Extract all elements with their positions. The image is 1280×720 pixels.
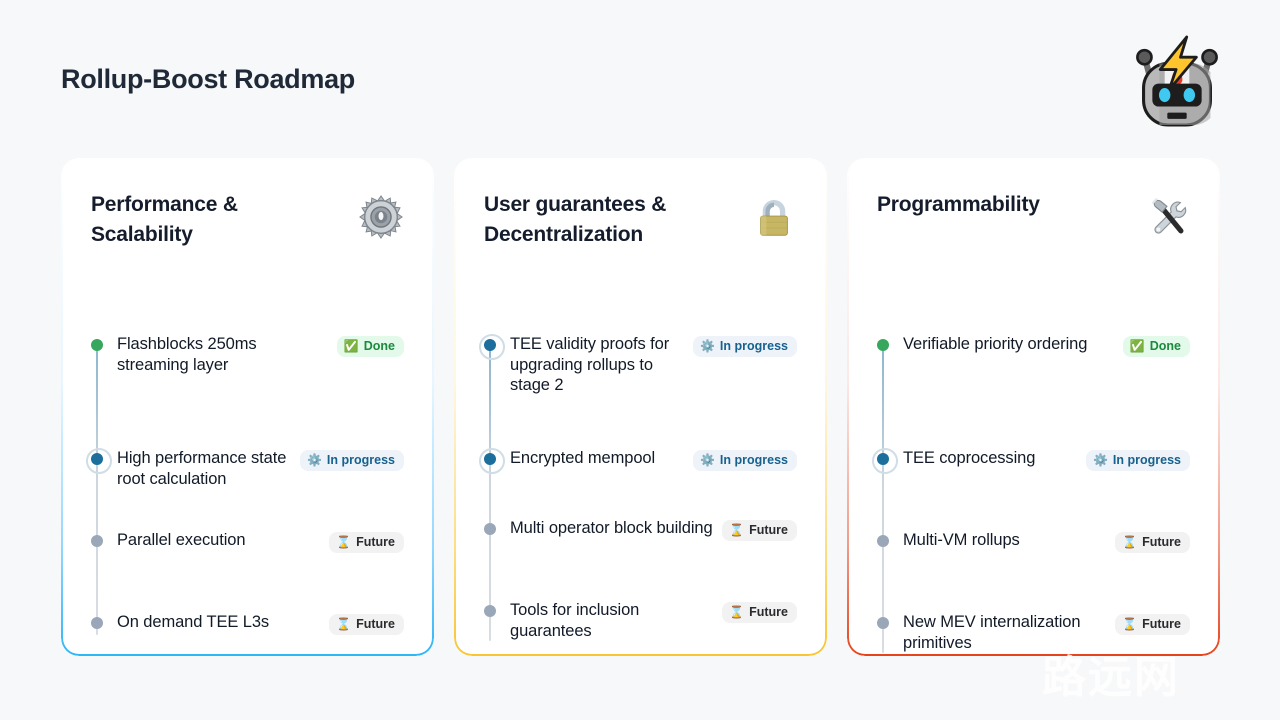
gear-icon: ⚙️ (699, 453, 715, 468)
timeline-item-label: TEE coprocessing (903, 449, 1036, 467)
timeline-item[interactable]: TEE coprocessing ⚙️ In progress (872, 448, 1190, 500)
roadmap-slide: Rollup-Boost Roadmap Performance & Scala… (0, 0, 1280, 720)
timeline-item-label: High performance state root calculation (117, 449, 287, 488)
timeline-item[interactable]: Tools for inclusion guarantees ⌛ Future (484, 600, 797, 641)
timeline-item-label: Parallel execution (117, 531, 246, 549)
card-header: User guarantees & Decentralization (484, 190, 797, 282)
timeline-item[interactable]: Flashblocks 250ms streaming layer ✅ Done (91, 334, 404, 418)
status-dot-in-progress (872, 448, 898, 474)
hammer-and-wrench-icon (1144, 194, 1190, 240)
roadmap-card-programmability[interactable]: Programmability Verifiable priority orde… (847, 158, 1220, 656)
hourglass-icon: ⌛ (1122, 535, 1138, 550)
status-badge-in-progress: ⚙️ In progress (1085, 450, 1190, 471)
status-badge-label: In progress (1112, 453, 1181, 467)
status-dot-in-progress (479, 334, 505, 360)
white-check-mark-icon: ✅ (343, 339, 359, 354)
robot-head-with-lightning-icon (1133, 33, 1221, 136)
status-badge-future: ⌛ Future (1115, 614, 1190, 635)
status-badge-label: Done (1149, 339, 1181, 353)
status-badge-label: Future (1142, 617, 1181, 631)
status-dot-done (91, 339, 103, 351)
status-badge-future: ⌛ Future (1115, 532, 1190, 553)
card-title: Performance & Scalability (91, 193, 238, 246)
timeline-item-label: Tools for inclusion guarantees (510, 601, 640, 640)
hourglass-icon: ⌛ (729, 605, 745, 620)
status-badge-in-progress: ⚙️ In progress (692, 450, 797, 471)
timeline-item-label: TEE validity proofs for upgrading rollup… (510, 335, 670, 395)
timeline: TEE validity proofs for upgrading rollup… (479, 334, 797, 642)
hourglass-icon: ⌛ (336, 617, 352, 632)
roadmap-card-performance-scalability[interactable]: Performance & Scalability Flashblocks 25… (61, 158, 434, 656)
hourglass-icon: ⌛ (1122, 617, 1138, 632)
status-badge-label: In progress (719, 453, 788, 467)
status-dot-future (877, 535, 889, 547)
status-badge-in-progress: ⚙️ In progress (692, 336, 797, 357)
timeline-item[interactable]: High performance state root calculation … (86, 448, 404, 500)
timeline-item-label: New MEV internalization primitives (903, 613, 1081, 652)
status-badge-future: ⌛ Future (329, 532, 404, 553)
status-badge-in-progress: ⚙️ In progress (299, 450, 404, 471)
status-dot-in-progress (479, 448, 505, 474)
hourglass-icon: ⌛ (336, 535, 352, 550)
gear-icon (358, 194, 404, 240)
status-dot-future (877, 617, 889, 629)
status-badge-label: In progress (719, 339, 788, 353)
status-badge-future: ⌛ Future (329, 614, 404, 635)
status-dot-future (484, 605, 496, 617)
status-badge-label: Done (363, 339, 395, 353)
card-header: Programmability (877, 190, 1190, 282)
timeline-item[interactable]: Encrypted mempool ⚙️ In progress (479, 448, 797, 488)
card-title: User guarantees & Decentralization (484, 193, 667, 246)
timeline-item[interactable]: TEE validity proofs for upgrading rollup… (479, 334, 797, 418)
watermark: 路远网 (1042, 653, 1180, 702)
status-badge-future: ⌛ Future (722, 520, 797, 541)
roadmap-cards: Performance & Scalability Flashblocks 25… (61, 158, 1220, 656)
gear-icon: ⚙️ (699, 339, 715, 354)
status-dot-future (91, 617, 103, 629)
timeline: Verifiable priority ordering ✅ Done TEE … (872, 334, 1190, 654)
timeline-item[interactable]: Multi operator block building ⌛ Future (484, 518, 797, 570)
status-badge-label: In progress (326, 453, 395, 467)
status-dot-future (484, 523, 496, 535)
timeline-item-label: On demand TEE L3s (117, 613, 270, 631)
white-check-mark-icon: ✅ (1129, 339, 1145, 354)
status-badge-label: Future (356, 617, 395, 631)
timeline-item-label: Multi-VM rollups (903, 531, 1020, 549)
timeline: Flashblocks 250ms streaming layer ✅ Done… (86, 334, 404, 635)
status-dot-done (877, 339, 889, 351)
padlock-icon (751, 194, 797, 240)
gear-icon: ⚙️ (1092, 453, 1108, 468)
status-badge-label: Future (356, 535, 395, 549)
timeline-item-label: Flashblocks 250ms streaming layer (117, 335, 257, 374)
card-header: Performance & Scalability (91, 190, 404, 282)
timeline-item[interactable]: Parallel execution ⌛ Future (91, 530, 404, 582)
status-badge-label: Future (1142, 535, 1181, 549)
status-badge-label: Future (749, 523, 788, 537)
status-badge-label: Future (749, 605, 788, 619)
timeline-item[interactable]: New MEV internalization primitives ⌛ Fut… (877, 612, 1190, 653)
timeline-item[interactable]: Verifiable priority ordering ✅ Done (877, 334, 1190, 418)
timeline-item[interactable]: Multi-VM rollups ⌛ Future (877, 530, 1190, 582)
status-badge-done: ✅ Done (1122, 336, 1190, 357)
gear-icon: ⚙️ (306, 453, 322, 468)
status-badge-done: ✅ Done (336, 336, 404, 357)
timeline-item-label: Encrypted mempool (510, 449, 656, 467)
hourglass-icon: ⌛ (729, 523, 745, 538)
status-dot-in-progress (86, 448, 112, 474)
page-title: Rollup-Boost Roadmap (61, 64, 355, 94)
roadmap-card-user-guarantees-decentralization[interactable]: User guarantees & Decentralization TEE v… (454, 158, 827, 656)
timeline-item[interactable]: On demand TEE L3s ⌛ Future (91, 612, 404, 635)
status-badge-future: ⌛ Future (722, 602, 797, 623)
timeline-item-label: Multi operator block building (510, 519, 713, 537)
timeline-item-label: Verifiable priority ordering (903, 335, 1088, 353)
card-title: Programmability (877, 193, 1040, 216)
status-dot-future (91, 535, 103, 547)
